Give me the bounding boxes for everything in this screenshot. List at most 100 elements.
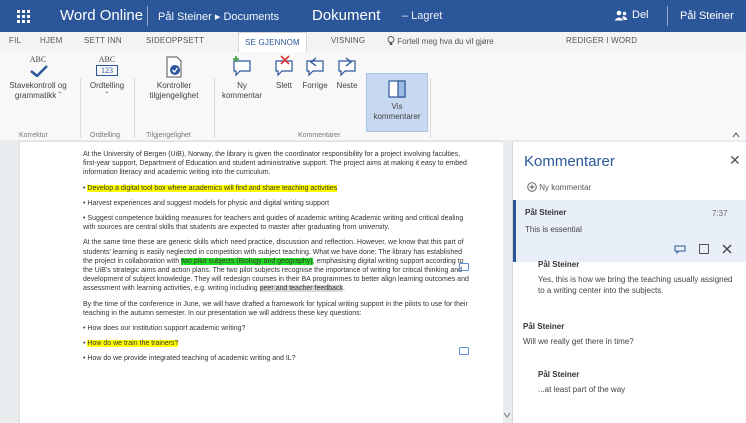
title-divider	[147, 6, 148, 26]
new-comment-icon	[233, 56, 251, 77]
comment-author: Pål Steiner	[523, 322, 565, 331]
breadcrumb[interactable]: Pål Steiner ▸ Documents	[158, 10, 279, 23]
bullet-item: • Suggest competence building measures f…	[83, 215, 464, 232]
comment-reply[interactable]: Pål Steiner Yes, this is how we bring th…	[538, 260, 733, 296]
word-count-dropdown: ˇ	[105, 91, 109, 100]
bullet-item: • How does our institution support acade…	[83, 325, 246, 333]
tab-fil[interactable]: FIL	[9, 36, 21, 45]
comment-text: ...at least part of the way	[538, 385, 626, 394]
spelling-label-1: Stavekontroll og	[9, 81, 67, 90]
tell-me-text: Fortell meg hva du vil gjøre	[397, 37, 494, 46]
title-bar: Word Online Pål Steiner ▸ Documents Doku…	[0, 0, 746, 32]
comments-pane: Kommentarer ✕ Ny kommentar Pål Steiner 7…	[512, 142, 746, 423]
app-launcher-button[interactable]	[4, 0, 42, 32]
document-body[interactable]: At the University of Bergen (UiB), Norwa…	[83, 150, 473, 370]
delete-comment-icon	[275, 55, 293, 77]
new-comment-label-2: kommentar	[221, 91, 262, 100]
user-divider	[667, 6, 668, 26]
share-label: Del	[632, 9, 649, 21]
comment-author: Pål Steiner	[525, 208, 567, 217]
previous-label: Forrige	[302, 81, 328, 90]
collapse-ribbon-icon[interactable]	[732, 132, 740, 138]
tab-rediger-i-word[interactable]: REDIGER I WORD	[566, 36, 637, 45]
user-name[interactable]: Pål Steiner	[680, 10, 734, 22]
ribbon-tabs: FIL HJEM SETT INN SIDEOPPSETT SE GJENNOM…	[0, 32, 746, 53]
delete-comment-x-icon[interactable]	[722, 244, 732, 254]
comment-text: This is essential	[525, 225, 582, 234]
comment-text: Yes, this is how we bring the teaching u…	[538, 275, 733, 295]
group-divider	[214, 78, 215, 138]
save-status: – Lagret	[402, 10, 443, 22]
document-name[interactable]: Dokument	[312, 7, 380, 24]
previous-comment-button[interactable]: Forrige	[300, 55, 330, 91]
group-divider	[134, 78, 135, 138]
bullet-item: • Develop a digital tool box where acade…	[83, 184, 338, 192]
commented-text: peer and teacher feedback	[259, 285, 343, 293]
comment-marker-icon[interactable]	[459, 263, 469, 271]
document-scrollbar[interactable]	[503, 140, 511, 423]
show-comments-icon	[388, 80, 406, 98]
accessibility-check-icon	[166, 56, 182, 78]
ribbon: ABC Stavekontroll og grammatikk ˇ Korrek…	[0, 52, 746, 141]
new-comment-button[interactable]: Ny kommentar	[218, 55, 266, 101]
bullet-item: • How do we train the trainers?	[83, 340, 179, 348]
next-comment-icon	[338, 57, 356, 77]
previous-comment-icon	[306, 57, 324, 77]
comment-time: 7:37	[712, 209, 728, 218]
group-label-ordtelling: Ordtelling	[90, 132, 120, 139]
scroll-down-icon[interactable]	[503, 412, 511, 418]
comment-reply[interactable]: Pål Steiner ...at least part of the way	[538, 370, 733, 395]
reply-icon[interactable]	[674, 244, 686, 254]
tab-sett-inn[interactable]: SETT INN	[84, 36, 122, 45]
group-label-kommentarer: Kommentarer	[298, 132, 341, 139]
paragraph: By the time of the conference in June, w…	[83, 300, 468, 317]
tab-visning[interactable]: VISNING	[331, 36, 365, 45]
comments-pane-title: Kommentarer	[524, 153, 615, 170]
comment-card[interactable]: Pål Steiner Will we really get there in …	[523, 322, 738, 347]
word-count-icon: ABC 123	[96, 55, 118, 79]
new-comment-link[interactable]: Ny kommentar	[527, 182, 591, 192]
tab-hjem[interactable]: HJEM	[40, 36, 63, 45]
word-count-label: Ordtelling	[89, 81, 125, 90]
next-comment-button[interactable]: Neste	[332, 55, 362, 91]
highlighted-text: Develop a digital tool box where academi…	[87, 184, 338, 192]
tell-me-box[interactable]: Fortell meg hva du vil gjøre	[387, 36, 494, 46]
waffle-icon	[16, 9, 30, 23]
close-icon[interactable]: ✕	[729, 152, 741, 169]
delete-label: Slett	[275, 81, 292, 90]
bullet-item: • How do we provide integrated teaching …	[83, 355, 296, 363]
plus-circle-icon	[527, 182, 537, 192]
comment-marker-icon[interactable]	[459, 347, 469, 355]
document-page[interactable]: At the University of Bergen (UiB), Norwa…	[20, 142, 510, 423]
paragraph: At the University of Bergen (UiB), Norwa…	[83, 151, 467, 177]
lightbulb-icon	[387, 36, 395, 45]
spelling-label-2: grammatikk ˇ	[14, 91, 62, 100]
comment-author: Pål Steiner	[538, 370, 580, 379]
comment-author: Pål Steiner	[538, 260, 580, 269]
group-label-korrektur: Korrektur	[19, 132, 48, 139]
new-comment-label-1: Ny	[237, 81, 247, 90]
check-accessibility-button[interactable]: Kontroller tilgjengelighet	[136, 55, 212, 101]
new-comment-text: Ny kommentar	[539, 183, 592, 192]
resolve-checkbox-icon[interactable]	[699, 244, 709, 254]
show-comments-button[interactable]: Vis kommentarer	[366, 73, 428, 132]
show-comments-label-1: Vis	[391, 102, 403, 111]
group-divider	[430, 78, 431, 138]
tab-se-gjennom[interactable]: SE GJENNOM	[238, 32, 307, 53]
next-label: Neste	[336, 81, 358, 90]
share-people-icon	[614, 10, 628, 20]
highlighted-text: two pilot subjects (Biology and geograph…	[181, 257, 313, 265]
share-button[interactable]: Del	[614, 9, 649, 21]
spellcheck-icon: ABC	[25, 55, 51, 79]
tab-sideoppsett[interactable]: SIDEOPPSETT	[146, 36, 204, 45]
comment-card-active[interactable]: Pål Steiner 7:37 This is essential	[513, 200, 746, 262]
group-label-tilgjengelighet: Tilgjengelighet	[146, 132, 191, 139]
word-count-button[interactable]: ABC 123 Ordtelling ˇ	[82, 55, 132, 101]
accessibility-label-2: tilgjengelighet	[149, 91, 199, 100]
delete-comment-button[interactable]: Slett	[270, 55, 298, 91]
spelling-grammar-button[interactable]: ABC Stavekontroll og grammatikk ˇ	[2, 55, 74, 101]
group-divider	[80, 78, 81, 138]
comment-text: Will we really get there in time?	[523, 337, 634, 346]
app-name[interactable]: Word Online	[60, 7, 143, 24]
show-comments-label-2: kommentarer	[373, 112, 421, 121]
